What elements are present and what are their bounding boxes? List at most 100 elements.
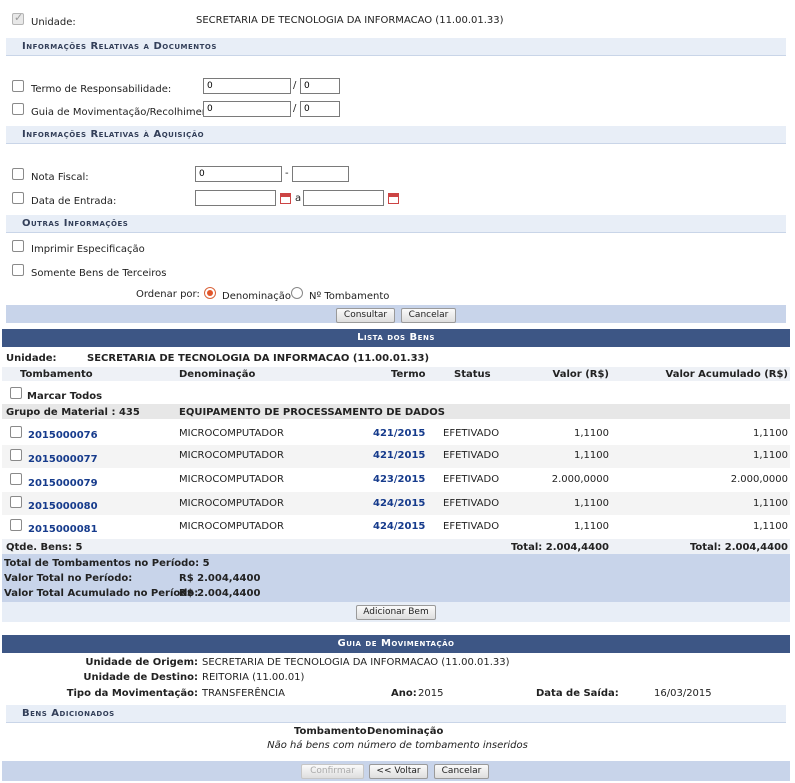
origem-value: SECRETARIA DE TECNOLOGIA DA INFORMACAO (… — [202, 657, 510, 668]
guia-sep: / — [293, 103, 297, 114]
acumulado-cell: 1,1100 — [753, 521, 788, 532]
consultar-button[interactable]: Consultar — [336, 308, 395, 323]
termo-link[interactable]: 423/2015 — [373, 474, 425, 485]
ordenar-denominacao-radio[interactable] — [204, 287, 216, 299]
tipo-value: TRANSFERÊNCIA — [202, 688, 285, 699]
row-checkbox[interactable] — [10, 426, 22, 438]
status-cell: EFETIVADO — [443, 450, 500, 461]
acumulado-cell: 1,1100 — [753, 428, 788, 439]
lista-unidade-value: SECRETARIA DE TECNOLOGIA DA INFORMACAO (… — [87, 353, 430, 364]
grupo-value: EQUIPAMENTO DE PROCESSAMENTO DE DADOS — [179, 407, 445, 418]
bens-adicionados-header: Bens Adicionados — [6, 705, 786, 723]
termo-year-input[interactable] — [300, 78, 340, 94]
status-cell: EFETIVADO — [443, 521, 500, 532]
row-checkbox[interactable] — [10, 473, 22, 485]
termo-label: Termo de Responsabilidade: — [31, 84, 172, 95]
nota-fiscal-sep: - — [285, 168, 289, 179]
ordenar-label: Ordenar por: — [136, 289, 200, 300]
termo-checkbox[interactable] — [12, 80, 24, 92]
denominacao-cell: MICROCOMPUTADOR — [179, 521, 284, 532]
valor-cell: 1,1100 — [574, 521, 609, 532]
confirmar-button[interactable]: Confirmar — [301, 764, 364, 779]
nota-fiscal-input[interactable] — [195, 166, 282, 182]
data-entrada-checkbox[interactable] — [12, 192, 24, 204]
search-actions-bar — [6, 305, 786, 323]
destino-value: REITORIA (11.00.01) — [202, 672, 305, 683]
row-checkbox[interactable] — [10, 496, 22, 508]
tombamento-link[interactable]: 2015000081 — [28, 524, 98, 535]
destino-label: Unidade de Destino: — [83, 672, 198, 683]
guia-year-input[interactable] — [300, 101, 340, 117]
denominacao-cell: MICROCOMPUTADOR — [179, 450, 284, 461]
acumulado-cell: 1,1100 — [753, 450, 788, 461]
guia-number-input[interactable] — [203, 101, 291, 117]
tombamento-link[interactable]: 2015000079 — [28, 478, 98, 489]
col-status: Status — [454, 369, 491, 380]
valor-total: R$ 2.004,4400 — [179, 573, 261, 584]
ordenar-denominacao-label: Denominação — [222, 291, 292, 302]
terceiros-label: Somente Bens de Terceiros — [31, 268, 167, 279]
total-valor: Total: 2.004,4400 — [510, 542, 609, 553]
cancelar-search-button[interactable]: Cancelar — [401, 308, 456, 323]
ordenar-tombamento-radio[interactable] — [291, 287, 303, 299]
empty-message: Não há bens com número de tombamento ins… — [267, 740, 528, 751]
col-tombamento-guia: Tombamento — [294, 726, 367, 737]
row-checkbox[interactable] — [10, 449, 22, 461]
termo-number-input[interactable] — [203, 78, 291, 94]
aq-section-header: Informações Relativas à Aquisição — [6, 126, 786, 144]
data-fim-input[interactable] — [303, 190, 384, 206]
terceiros-checkbox[interactable] — [12, 264, 24, 276]
outras-section-header: Outras Informações — [6, 215, 786, 233]
saida-value: 16/03/2015 — [654, 688, 712, 699]
col-valor: Valor (R$) — [552, 369, 609, 380]
unidade-checkbox[interactable] — [12, 11, 24, 25]
total-tombamentos: Total de Tombamentos no Período: 5 — [4, 558, 210, 569]
termo-link[interactable]: 424/2015 — [373, 521, 425, 532]
guia-checkbox[interactable] — [12, 103, 24, 115]
adicionar-bem-button[interactable]: Adicionar Bem — [356, 605, 436, 620]
doc-section-header: Informações Relativas a Documentos — [6, 38, 786, 56]
cancelar-button[interactable]: Cancelar — [434, 764, 489, 779]
tipo-label: Tipo da Movimentação: — [66, 688, 198, 699]
total-acumulado: Total: 2.004,4400 — [689, 542, 788, 553]
status-cell: EFETIVADO — [443, 428, 500, 439]
acumulado-cell: 2.000,0000 — [730, 474, 788, 485]
voltar-button[interactable]: << Voltar — [369, 764, 428, 779]
col-tombamento: Tombamento — [20, 369, 93, 380]
imprimir-label: Imprimir Especificação — [31, 244, 145, 255]
acumulado-cell: 1,1100 — [753, 498, 788, 509]
tombamento-link[interactable]: 2015000077 — [28, 454, 98, 465]
termo-link[interactable]: 421/2015 — [373, 450, 425, 461]
tombamento-link[interactable]: 2015000080 — [28, 501, 98, 512]
nota-fiscal-serie-input[interactable] — [292, 166, 349, 182]
valor-cell: 1,1100 — [574, 450, 609, 461]
grupo-label: Grupo de Material : 435 — [6, 407, 140, 418]
valor-acum: R$ 2.004,4400 — [179, 588, 261, 599]
col-acumulado: Valor Acumulado (R$) — [665, 369, 788, 380]
calendar-icon[interactable] — [280, 193, 291, 204]
marcar-todos-label: Marcar Todos — [27, 391, 103, 402]
data-entrada-label: Data de Entrada: — [31, 196, 117, 207]
data-inicio-input[interactable] — [195, 190, 276, 206]
guia-header: Guia de Movimentação — [2, 635, 790, 653]
status-cell: EFETIVADO — [443, 498, 500, 509]
row-checkbox[interactable] — [10, 519, 22, 531]
ordenar-tombamento-label: Nº Tombamento — [309, 291, 390, 302]
marcar-todos-checkbox[interactable] — [10, 387, 22, 399]
nota-fiscal-checkbox[interactable] — [12, 168, 24, 180]
calendar-icon[interactable] — [388, 193, 399, 204]
valor-cell: 2.000,0000 — [551, 474, 609, 485]
origem-label: Unidade de Origem: — [85, 657, 198, 668]
valor-acum-label: Valor Total Acumulado no Período: — [4, 588, 199, 599]
ano-value: 2015 — [418, 688, 444, 699]
valor-cell: 1,1100 — [574, 498, 609, 509]
tombamento-link[interactable]: 2015000076 — [28, 430, 98, 441]
saida-label: Data de Saída: — [536, 688, 619, 699]
denominacao-cell: MICROCOMPUTADOR — [179, 498, 284, 509]
nota-fiscal-label: Nota Fiscal: — [31, 172, 89, 183]
denominacao-cell: MICROCOMPUTADOR — [179, 474, 284, 485]
termo-link[interactable]: 421/2015 — [373, 428, 425, 439]
imprimir-checkbox[interactable] — [12, 240, 24, 252]
denominacao-cell: MICROCOMPUTADOR — [179, 428, 284, 439]
termo-link[interactable]: 424/2015 — [373, 498, 425, 509]
